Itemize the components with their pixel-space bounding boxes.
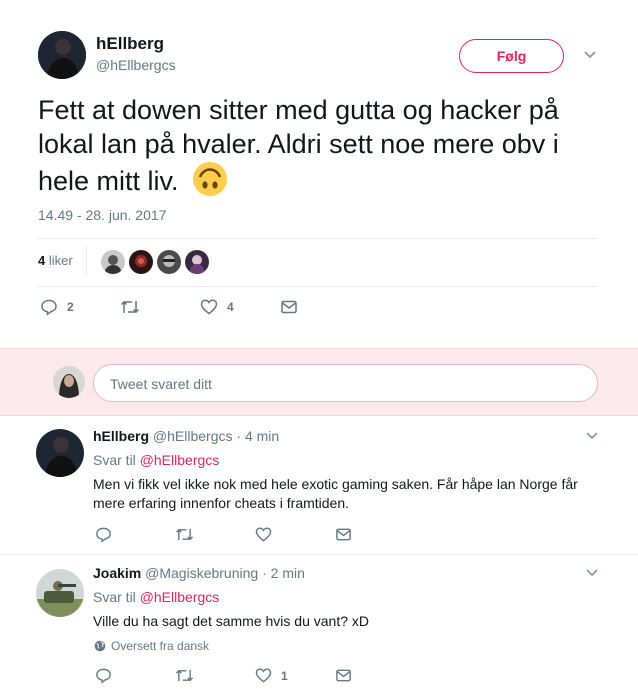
reply-author-name[interactable]: hEllberg [93, 428, 149, 444]
reply-to-line: Svar til @hEllbergcs [93, 589, 219, 605]
reply-icon [96, 668, 111, 684]
heart-icon [255, 668, 272, 683]
reply-compose-bar: Tweet svaret ditt [0, 348, 638, 416]
reply-input-placeholder: Tweet svaret ditt [110, 376, 212, 392]
reply-to-label: Svar til [93, 452, 136, 468]
reply-input[interactable]: Tweet svaret ditt [93, 364, 598, 402]
like-action[interactable]: 4 [200, 298, 234, 316]
follow-button-label: Følg [496, 48, 527, 64]
reply-author-name[interactable]: Joakim [93, 565, 141, 581]
divider [38, 238, 598, 239]
liker-avatar[interactable] [185, 250, 209, 274]
retweet-action[interactable] [175, 526, 194, 543]
author-avatar[interactable] [38, 31, 86, 79]
heart-icon [200, 299, 218, 315]
author-handle[interactable]: @hEllbergcs [96, 57, 176, 73]
separator-dot: · [262, 565, 267, 581]
like-count: 1 [281, 668, 288, 683]
liker-avatars [101, 250, 209, 274]
divider [0, 554, 638, 555]
retweet-icon [120, 300, 140, 314]
follow-button[interactable]: Følg [459, 39, 564, 73]
reply-count: 2 [67, 300, 74, 314]
likes-stat[interactable]: 4 liker [38, 253, 73, 268]
reply-to-label: Svar til [93, 589, 136, 605]
upside-down-face-emoji [192, 161, 228, 205]
reply-action[interactable]: 2 [40, 298, 74, 316]
tweet-timestamp[interactable]: 14.49 - 28. jun. 2017 [38, 207, 166, 223]
liker-avatar[interactable] [157, 250, 181, 274]
message-action[interactable] [280, 298, 298, 316]
reply-to-handle[interactable]: @hEllbergcs [140, 589, 220, 605]
globe-icon [94, 640, 106, 652]
likes-label: liker [48, 253, 73, 268]
like-count: 4 [227, 300, 234, 314]
message-icon [336, 669, 351, 682]
message-action[interactable] [335, 526, 352, 543]
message-icon [281, 300, 297, 314]
retweet-icon [175, 669, 194, 682]
translate-label: Oversett fra dansk [111, 639, 210, 653]
author-name[interactable]: hEllberg [96, 34, 164, 54]
tweet-text: Fett at dowen sitter med gutta og hacker… [38, 93, 598, 205]
chevron-down-icon[interactable] [585, 431, 599, 441]
chevron-down-icon[interactable] [582, 49, 598, 61]
liker-avatar[interactable] [101, 250, 125, 274]
like-action[interactable]: 1 [255, 667, 288, 684]
reply-text: Ville du ha sagt det samme hvis du vant?… [93, 613, 370, 629]
reply-action[interactable] [95, 667, 112, 684]
likes-count: 4 [38, 253, 46, 268]
translate-link[interactable]: Oversett fra dansk [94, 639, 209, 653]
reply-time[interactable]: 4 min [245, 428, 279, 444]
reply-action[interactable] [95, 526, 112, 543]
reply-icon [41, 299, 57, 316]
like-action[interactable] [255, 526, 281, 543]
current-user-avatar[interactable] [53, 366, 85, 398]
reply-to-line: Svar til @hEllbergcs [93, 452, 219, 468]
separator-dot: · [236, 428, 242, 444]
reply-author-handle[interactable]: @hEllbergcs [153, 428, 233, 444]
heart-icon [255, 527, 272, 542]
retweet-action[interactable] [120, 298, 149, 316]
divider [38, 286, 598, 287]
reply-icon [96, 527, 111, 543]
retweet-action[interactable] [175, 667, 194, 684]
reply-author-avatar[interactable] [36, 569, 84, 617]
message-action[interactable] [335, 667, 352, 684]
message-icon [336, 528, 351, 541]
reply-time[interactable]: 2 min [271, 565, 305, 581]
reply-text: Men vi fikk vel ikke nok med hele exotic… [93, 476, 578, 511]
reply-header: Joakim @Magiskebruning · 2 min [93, 565, 305, 581]
retweet-icon [175, 528, 194, 541]
reply-to-handle[interactable]: @hEllbergcs [140, 452, 220, 468]
reply-author-handle[interactable]: @Magiskebruning [145, 565, 258, 581]
liker-avatar[interactable] [129, 250, 153, 274]
reply-author-avatar[interactable] [36, 429, 84, 477]
stats-divider [86, 246, 87, 276]
reply-header: hEllberg @hEllbergcs · 4 min [93, 428, 279, 444]
tweet-text-body: Fett at dowen sitter med gutta og hacker… [38, 95, 559, 197]
chevron-down-icon[interactable] [585, 568, 599, 578]
